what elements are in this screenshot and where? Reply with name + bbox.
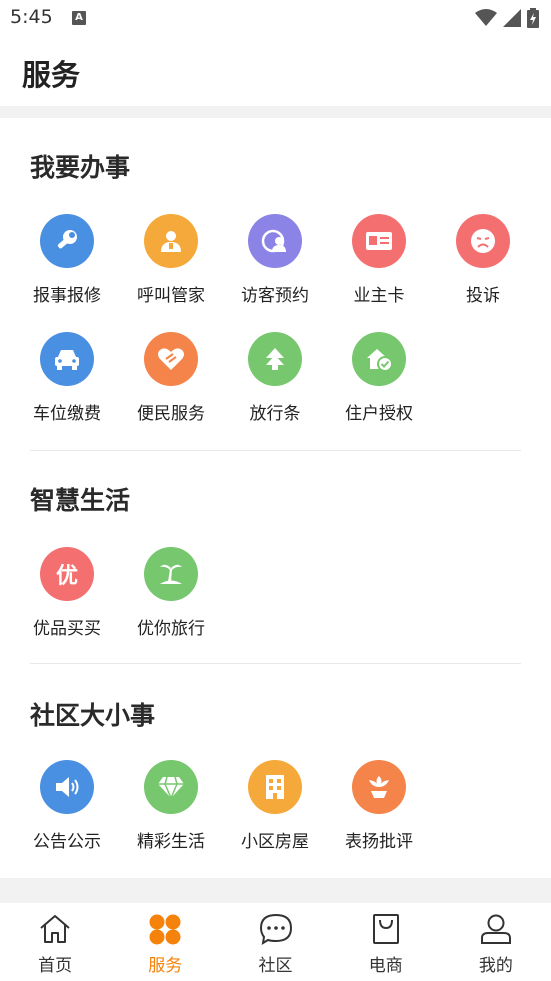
status-bar: 5:45 A <box>0 0 551 38</box>
service-item-owner-card[interactable]: 业主卡 <box>327 214 431 324</box>
house-check-icon <box>352 332 406 386</box>
service-item-wonderful-life[interactable]: 精彩生活 <box>119 760 223 870</box>
speaker-icon <box>40 760 94 814</box>
status-indicators <box>475 8 539 28</box>
release-pass-icon <box>248 332 302 386</box>
service-item-visitor[interactable]: 访客预约 <box>223 214 327 324</box>
service-grid-icon <box>149 914 181 945</box>
tab-community[interactable]: 社区 <box>220 903 330 981</box>
section-divider <box>30 663 521 664</box>
tab-label: 我的 <box>478 956 513 976</box>
service-item-label: 投诉 <box>466 286 500 306</box>
service-item-call-butler[interactable]: 呼叫管家 <box>119 214 223 324</box>
service-item-label: 呼叫管家 <box>137 286 205 306</box>
tab-label: 电商 <box>368 956 403 976</box>
butler-icon <box>144 214 198 268</box>
tab-home[interactable]: 首页 <box>0 903 110 981</box>
car-icon <box>40 332 94 386</box>
tab-label: 服务 <box>148 956 183 976</box>
tab-ecommerce[interactable]: 电商 <box>331 903 441 981</box>
wifi-icon <box>475 9 497 26</box>
signal-icon <box>503 9 521 27</box>
section-title: 智慧生活 <box>30 486 131 515</box>
section-title: 我要办事 <box>30 153 131 182</box>
chat-bubble-icon <box>259 913 292 945</box>
service-item-label: 表扬批评 <box>345 832 413 852</box>
tab-service[interactable]: 服务 <box>110 903 220 981</box>
building-icon <box>248 760 302 814</box>
service-item-parking-fee[interactable]: 车位缴费 <box>15 332 119 442</box>
service-item-label: 优品买买 <box>33 619 101 639</box>
service-item-complaint[interactable]: 投诉 <box>431 214 535 324</box>
shopping-bag-icon <box>372 914 399 944</box>
service-item-label: 小区房屋 <box>241 832 309 852</box>
app-header: 服务 <box>0 38 551 106</box>
service-item-repair[interactable]: 报事报修 <box>15 214 119 324</box>
complaint-face-icon <box>456 214 510 268</box>
notification-badge-icon: A <box>72 11 86 25</box>
palm-island-icon <box>144 547 198 601</box>
service-item-resident-auth[interactable]: 住户授权 <box>327 332 431 442</box>
bottom-tab-bar: 首页 服务 社区 电商 我的 <box>0 903 551 981</box>
service-item-label: 优你旅行 <box>137 619 205 639</box>
service-item-community-housing[interactable]: 小区房屋 <box>223 760 327 870</box>
service-item-label: 便民服务 <box>137 404 205 424</box>
you-glyph: 优 <box>55 564 78 589</box>
service-item-youpin-shopping[interactable]: 优 优品买买 <box>15 547 119 657</box>
service-item-praise-criticism[interactable]: 表扬批评 <box>327 760 431 870</box>
section-divider <box>30 450 521 451</box>
page-title: 服务 <box>22 58 81 92</box>
tab-label: 首页 <box>38 956 73 976</box>
service-item-label: 放行条 <box>249 404 301 424</box>
service-content: 我要办事 报事报修 呼叫管家 访客预约 业主卡 投诉 车位缴费 便民服务 放行条… <box>0 118 551 878</box>
battery-icon <box>527 8 539 28</box>
service-item-release-pass[interactable]: 放行条 <box>223 332 327 442</box>
service-item-convenience[interactable]: 便民服务 <box>119 332 223 442</box>
service-item-label: 公告公示 <box>33 832 101 852</box>
tab-mine[interactable]: 我的 <box>441 903 551 981</box>
flower-icon <box>352 760 406 814</box>
home-icon <box>40 915 70 943</box>
user-icon <box>480 914 511 944</box>
service-item-travel[interactable]: 优你旅行 <box>119 547 223 657</box>
diamond-icon <box>144 760 198 814</box>
service-item-label: 住户授权 <box>345 404 413 424</box>
you-badge-icon: 优 <box>40 547 94 601</box>
tab-label: 社区 <box>258 956 293 976</box>
service-item-label: 报事报修 <box>33 286 101 306</box>
wrench-icon <box>40 214 94 268</box>
section-title: 社区大小事 <box>30 701 156 730</box>
id-card-icon <box>352 214 406 268</box>
service-item-label: 访客预约 <box>241 286 309 306</box>
service-item-announcement[interactable]: 公告公示 <box>15 760 119 870</box>
status-time: 5:45 <box>10 6 53 28</box>
service-item-label: 业主卡 <box>353 286 405 306</box>
visitor-icon <box>248 214 302 268</box>
service-item-label: 精彩生活 <box>137 832 205 852</box>
heart-hand-icon <box>144 332 198 386</box>
service-item-label: 车位缴费 <box>33 404 101 424</box>
